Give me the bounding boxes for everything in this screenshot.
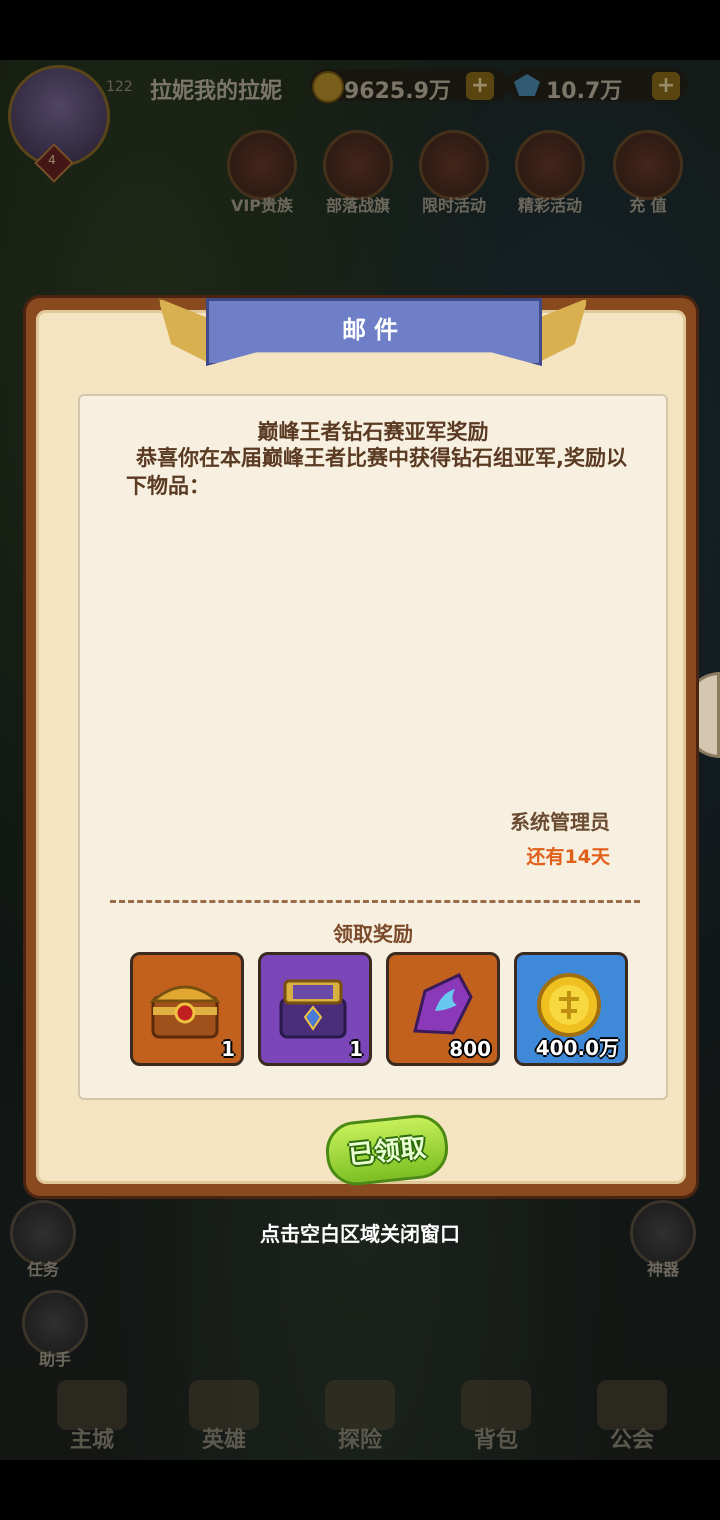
reward-quantity: 400.0万: [535, 1036, 619, 1060]
reward-section-title: 领取奖励: [333, 922, 413, 946]
reward-item-crystal-shard[interactable]: 800: [386, 952, 500, 1066]
reward-item-purple-chest[interactable]: 1: [258, 952, 372, 1066]
divider: [110, 900, 640, 903]
bottom-black-strip: [0, 1460, 720, 1520]
dialog-title: 邮件: [342, 316, 406, 344]
purple-chest-icon: [279, 979, 347, 1039]
mail-dialog: 邮件 巅峰王者钻石赛亚军奖励 恭喜你在本届巅峰王者比赛中获得钻石组亚军,奖励以下…: [26, 298, 696, 1196]
mail-dialog-panel: 邮件 巅峰王者钻石赛亚军奖励 恭喜你在本届巅峰王者比赛中获得钻石组亚军,奖励以下…: [36, 298, 686, 1189]
reward-quantity: 1: [221, 1037, 235, 1061]
crystal-shard-icon: [413, 973, 473, 1035]
reward-quantity: 800: [449, 1037, 491, 1061]
claimed-button[interactable]: 已领取: [322, 1111, 452, 1189]
claimed-label: 已领取: [346, 1132, 428, 1171]
mail-expiry: 还有14天: [526, 846, 610, 868]
reward-quantity: 1: [349, 1037, 363, 1061]
reward-item-gold-chest[interactable]: 1: [130, 952, 244, 1066]
gold-chest-icon: [149, 985, 221, 1039]
mail-content: 巅峰王者钻石赛亚军奖励 恭喜你在本届巅峰王者比赛中获得钻石组亚军,奖励以下物品：…: [78, 394, 668, 1100]
mail-sender: 系统管理员: [510, 810, 610, 834]
mail-body: 恭喜你在本届巅峰王者比赛中获得钻石组亚军,奖励以下物品：: [126, 446, 627, 498]
top-status-strip: [0, 0, 720, 60]
reward-item-gold-coin[interactable]: 400.0万: [514, 952, 628, 1066]
close-window-hint[interactable]: 点击空白区域关闭窗口: [0, 1218, 720, 1247]
dialog-header: 邮件: [158, 298, 580, 384]
mail-subject: 巅峰王者钻石赛亚军奖励: [257, 420, 489, 444]
